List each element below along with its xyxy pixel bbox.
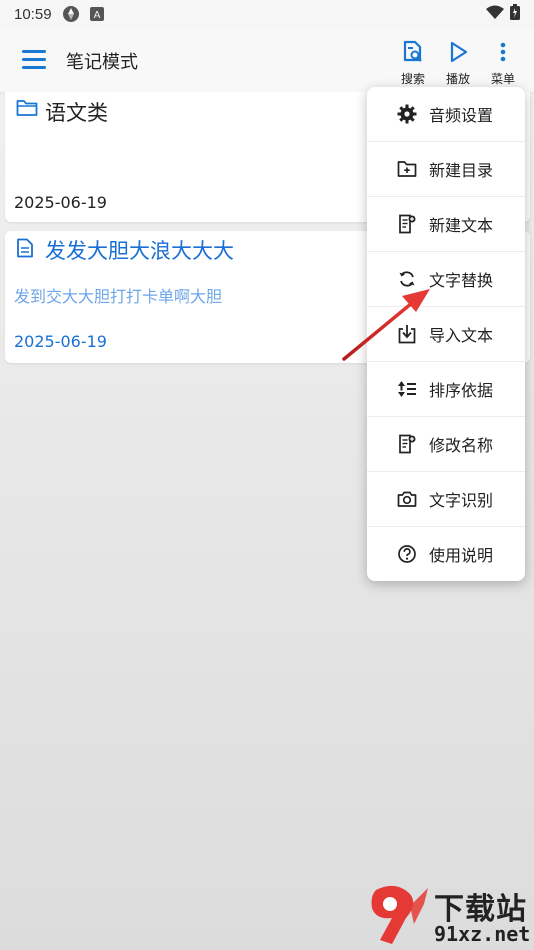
search-button[interactable]: 搜索 xyxy=(393,40,433,87)
page-title: 笔记模式 xyxy=(66,52,138,73)
menu-item-rename[interactable]: 修改名称 xyxy=(367,417,525,472)
menu-item-label: 文字识别 xyxy=(429,491,494,510)
wifi-icon xyxy=(486,5,504,23)
menu-item-label: 新建文本 xyxy=(429,216,494,235)
menu-item-sort-by[interactable]: 排序依据 xyxy=(367,362,525,417)
sort-icon xyxy=(397,379,417,399)
note-preview: 发到交大大胆打打卡单啊大胆 xyxy=(14,287,223,306)
search-document-icon xyxy=(403,40,422,62)
play-button[interactable]: 播放 xyxy=(438,40,478,87)
watermark-logo-icon xyxy=(371,885,428,944)
hamburger-menu-icon[interactable] xyxy=(22,50,46,70)
more-menu-button[interactable]: 菜单 xyxy=(483,40,523,87)
menu-item-label: 使用说明 xyxy=(429,546,494,565)
watermark-bottom-text: 91xz.net xyxy=(434,922,531,946)
menu-item-new-folder[interactable]: 新建目录 xyxy=(367,142,525,197)
refresh-icon xyxy=(397,269,417,289)
menu-item-help[interactable]: 使用说明 xyxy=(367,527,525,581)
menu-item-new-document[interactable]: 新建文本 xyxy=(367,197,525,252)
overflow-menu-popup: 音频设置 新建目录 新建文本 文字替换 导入文本 排序依据 修改名称 文字识别 … xyxy=(367,87,525,581)
menu-item-label: 新建目录 xyxy=(429,161,494,180)
sync-icon xyxy=(62,5,80,23)
menu-item-label: 导入文本 xyxy=(429,326,494,345)
menu-label: 菜单 xyxy=(490,72,515,86)
menu-item-import-text[interactable]: 导入文本 xyxy=(367,307,525,362)
camera-icon xyxy=(397,489,417,509)
status-time: 10:59 xyxy=(14,5,52,23)
play-label: 播放 xyxy=(445,72,470,86)
app-bar: 笔记模式 搜索 播放 菜单 xyxy=(0,28,534,92)
note-date: 2025-06-19 xyxy=(14,193,107,212)
note-date: 2025-06-19 xyxy=(14,332,107,351)
more-vertical-icon xyxy=(500,42,506,62)
gear-icon xyxy=(397,104,417,124)
keyboard-a-icon: A xyxy=(89,7,104,21)
svg-text:A: A xyxy=(93,10,100,21)
menu-item-label: 文字替换 xyxy=(429,271,494,290)
menu-item-audio-settings[interactable]: 音频设置 xyxy=(367,87,525,142)
document-icon xyxy=(17,238,33,258)
watermark: 下载站 91xz.net xyxy=(362,884,532,946)
play-icon xyxy=(450,41,468,63)
menu-item-text-replace[interactable]: 文字替换 xyxy=(367,252,525,307)
folder-icon xyxy=(16,100,38,116)
new-folder-icon xyxy=(397,159,417,179)
menu-item-ocr[interactable]: 文字识别 xyxy=(367,472,525,527)
menu-item-label: 修改名称 xyxy=(429,436,494,455)
rename-icon xyxy=(397,434,417,454)
battery-icon xyxy=(510,4,520,24)
new-document-icon xyxy=(397,214,417,234)
note-title: 语文类 xyxy=(45,101,108,125)
help-icon xyxy=(397,544,417,564)
note-title: 发发大胆大浪大大大 xyxy=(45,239,234,263)
status-bar: 10:59 A xyxy=(0,0,534,28)
search-label: 搜索 xyxy=(400,72,425,86)
import-icon xyxy=(397,324,417,344)
menu-item-label: 排序依据 xyxy=(429,381,494,400)
menu-item-label: 音频设置 xyxy=(429,106,494,125)
